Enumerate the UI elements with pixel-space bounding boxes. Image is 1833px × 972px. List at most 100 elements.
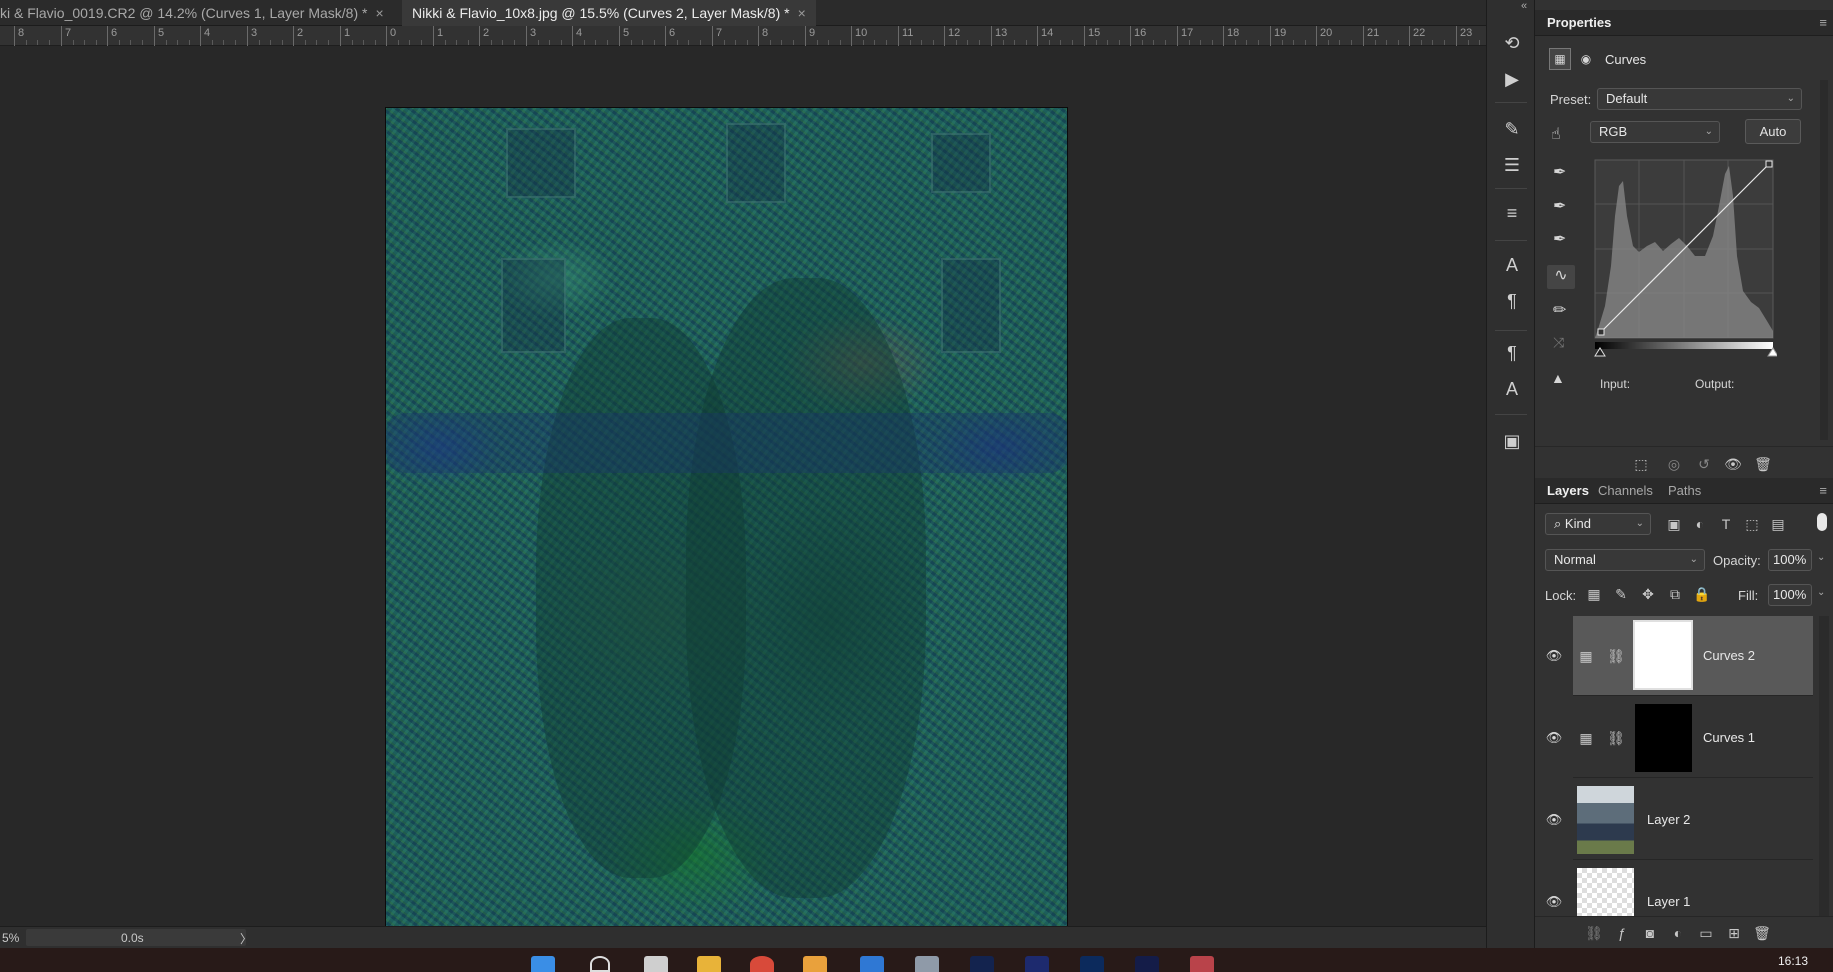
mask-icon[interactable]: ◉ [1575,48,1597,70]
on-image-adjust-icon[interactable]: ☝ [1551,124,1561,144]
clip-to-layer-icon[interactable]: ⬚ [1632,455,1650,473]
lock-transparent-icon[interactable]: ▦ [1585,585,1603,603]
gray-point-eyedropper-icon[interactable]: ✒ [1553,196,1566,216]
properties-title[interactable]: Properties [1547,10,1611,36]
horizontal-ruler[interactable]: 8 7 6 5 4 3 2 1 0 1 2 3 4 5 6 7 8 9 10 11 12 13 14 15 16 17 18 19 20… [0,26,1492,46]
visibility-eye-icon[interactable]: 👁 [1545,730,1563,745]
paragraph-styles-icon[interactable]: ¶ [1501,342,1523,364]
chevron-down-icon[interactable]: ⌄ [1817,552,1825,563]
layer-row-layer-2[interactable]: Layer 2 [1573,780,1813,860]
layer-name[interactable]: Curves 1 [1703,730,1755,745]
layer-mask-thumbnail[interactable] [1635,704,1692,772]
lock-artboard-icon[interactable]: ⧉ [1666,585,1684,603]
visibility-eye-icon[interactable]: 👁 [1724,455,1742,473]
character-styles-icon[interactable]: A [1501,378,1523,400]
layer-row-layer-1[interactable]: Layer 1 [1573,862,1813,916]
layers-scrollbar[interactable] [1819,616,1829,916]
app-icon[interactable] [644,956,668,972]
document-tab-0019[interactable]: ki & Flavio_0019.CR2 @ 14.2% (Curves 1, … [0,0,394,26]
filter-toggle[interactable] [1817,513,1827,531]
lock-all-icon[interactable]: 🔒 [1693,585,1711,603]
filter-smart-object-icon[interactable]: ▤ [1769,515,1787,533]
curve-point-tool-icon[interactable]: ∿ [1547,265,1575,289]
clipping-warning-icon[interactable]: ▲ [1551,370,1565,386]
filter-kind-select[interactable]: ⌕ Kind ⌄ [1545,513,1651,535]
app-icon[interactable] [1190,956,1214,972]
plugins-icon[interactable]: ▣ [1501,430,1523,452]
fill-input[interactable]: 100% [1768,584,1812,606]
history-icon[interactable]: ⟲ [1501,32,1523,54]
adobe-app-icon[interactable] [1025,956,1049,972]
visibility-eye-icon[interactable]: 👁 [1545,812,1563,827]
document-canvas[interactable] [385,107,1068,959]
layer-name[interactable]: Curves 2 [1703,648,1755,663]
layer-name[interactable]: Layer 1 [1647,894,1690,909]
paragraph-icon[interactable]: ¶ [1501,290,1523,312]
character-icon[interactable]: A [1501,254,1523,276]
layer-row-curves-2[interactable]: ▦ ⛓ Curves 2 [1573,616,1813,696]
photoshop-icon[interactable] [1080,956,1104,972]
chevron-right-icon[interactable]: 〉 [240,930,252,947]
fx-icon[interactable]: ƒ [1613,924,1631,942]
link-layers-icon[interactable]: ⛓ [1585,924,1603,942]
opacity-input[interactable]: 100% [1768,549,1812,571]
channel-select[interactable]: RGB ⌄ [1590,121,1720,143]
filter-type-icon[interactable]: T [1717,515,1735,533]
view-previous-icon[interactable]: ◎ [1665,455,1683,473]
add-mask-icon[interactable]: ◙ [1641,924,1659,942]
zoom-level[interactable]: 5% [2,931,19,945]
close-icon[interactable]: × [798,0,806,26]
chevron-down-icon[interactable]: ⌄ [1817,587,1825,598]
visibility-eye-icon[interactable]: 👁 [1545,648,1563,663]
app-icon[interactable] [803,956,827,972]
layer-name[interactable]: Layer 2 [1647,812,1690,827]
layer-row-curves-1[interactable]: ▦ ⛓ Curves 1 [1573,698,1813,778]
adobe-app-icon[interactable] [970,956,994,972]
properties-scrollbar[interactable] [1820,80,1828,440]
mail-icon[interactable] [860,956,884,972]
smooth-icon[interactable]: ⤨ [1553,334,1564,351]
curves-adjustment-icon[interactable]: ▦ [1549,48,1571,70]
play-icon[interactable]: ▶ [1501,68,1523,90]
filter-pixel-icon[interactable]: ▣ [1665,515,1683,533]
reset-icon[interactable]: ↺ [1695,455,1713,473]
folder-icon[interactable] [697,956,721,972]
layer-thumbnail[interactable] [1577,868,1634,916]
lock-image-icon[interactable]: ✎ [1612,585,1630,603]
black-point-eyedropper-icon[interactable]: ✒ [1553,162,1566,182]
filter-shape-icon[interactable]: ⬚ [1743,515,1761,533]
adjustments-icon[interactable]: ☰ [1501,154,1523,176]
tab-channels[interactable]: Channels [1598,478,1653,504]
auto-button[interactable]: Auto [1745,119,1801,144]
preset-select[interactable]: Default ⌄ [1597,88,1802,110]
browser-icon[interactable] [750,956,774,972]
adobe-app-icon[interactable] [1135,956,1159,972]
curve-point[interactable] [1597,328,1605,336]
tab-paths[interactable]: Paths [1668,478,1701,504]
filter-adjustment-icon[interactable]: ◐ [1691,515,1709,533]
doc-info-field[interactable]: 0.0s [26,929,246,946]
clone-source-icon[interactable]: ≡ [1501,202,1523,224]
white-input-slider[interactable] [1767,347,1777,357]
curve-point[interactable] [1765,160,1773,168]
blend-mode-select[interactable]: Normal ⌄ [1545,549,1705,571]
new-adjustment-icon[interactable]: ◐ [1669,924,1687,942]
collapse-icon[interactable]: « [1521,0,1527,12]
close-icon[interactable]: × [375,0,383,26]
lock-position-icon[interactable]: ✥ [1639,585,1657,603]
pencil-icon[interactable]: ✏ [1553,300,1566,320]
white-point-eyedropper-icon[interactable]: ✒ [1553,229,1566,249]
black-input-slider[interactable] [1594,347,1606,357]
visibility-eye-icon[interactable]: 👁 [1545,894,1563,909]
brush-settings-icon[interactable]: ✎ [1501,118,1523,140]
layer-thumbnail[interactable] [1577,786,1634,854]
new-layer-icon[interactable]: ⊞ [1725,924,1743,942]
search-icon[interactable] [590,956,610,972]
windows-start-icon[interactable] [531,956,555,972]
menu-icon[interactable]: ≡ [1819,15,1827,30]
curves-graph[interactable] [1587,156,1777,366]
trash-icon[interactable]: 🗑 [1754,455,1772,473]
document-tab-10x8[interactable]: Nikki & Flavio_10x8.jpg @ 15.5% (Curves … [402,0,816,26]
layer-mask-thumbnail[interactable] [1633,620,1693,690]
tab-layers[interactable]: Layers [1547,478,1589,504]
